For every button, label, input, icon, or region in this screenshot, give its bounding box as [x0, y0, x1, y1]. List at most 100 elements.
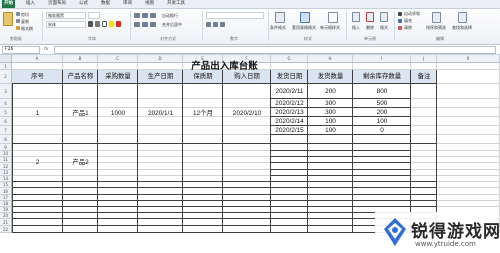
font-name-select-2[interactable]: 宋体 [46, 21, 86, 28]
empty-cell[interactable] [183, 226, 223, 233]
insert-cell-icon[interactable] [352, 12, 360, 22]
cell[interactable] [437, 135, 500, 144]
cell[interactable] [437, 163, 500, 170]
empty-cell[interactable] [12, 188, 63, 195]
font-name-select[interactable]: 微软雅黑 [46, 12, 86, 19]
row-header-7[interactable]: 7 [0, 126, 12, 135]
cell[interactable] [437, 99, 500, 108]
tab-insert[interactable]: 插入 [24, 0, 37, 8]
empty-cell[interactable] [308, 226, 353, 233]
italic-icon[interactable] [95, 21, 100, 27]
row-header-8[interactable]: 8 [0, 135, 12, 144]
paste-icon[interactable] [3, 12, 13, 26]
empty-cell[interactable] [63, 219, 98, 226]
empty-cell[interactable] [183, 219, 223, 226]
find-select-button[interactable]: 查找和选择 [452, 25, 472, 31]
column-header-b[interactable]: B [63, 55, 98, 63]
record2-merged-cell[interactable] [223, 144, 271, 182]
column-header-j[interactable]: J [411, 55, 437, 63]
row-header-6[interactable]: 6 [0, 117, 12, 126]
row-header-12[interactable]: 12 [0, 163, 12, 170]
row-header-9[interactable]: 9 [0, 144, 12, 151]
align-top-icon[interactable] [134, 13, 140, 18]
empty-cell[interactable] [138, 226, 183, 233]
table-format-icon[interactable] [300, 12, 310, 23]
column-header-d[interactable]: D [138, 55, 183, 63]
cut-icon[interactable] [16, 12, 20, 16]
empty-cell[interactable] [138, 188, 183, 195]
shipment-cell[interactable] [353, 135, 411, 144]
cell-style-button[interactable]: 单元格样式 [320, 25, 340, 31]
tab-view[interactable]: 视图 [143, 0, 156, 8]
tab-home[interactable]: 开始 [2, 0, 15, 8]
find-select-icon[interactable] [458, 12, 467, 23]
empty-cell[interactable] [98, 188, 138, 195]
column-header-h[interactable]: H [308, 55, 353, 63]
row-header-2[interactable]: 2 [0, 70, 12, 84]
align-center-icon[interactable] [142, 22, 148, 27]
row-header-22[interactable]: 22 [0, 226, 12, 233]
cell[interactable] [437, 188, 500, 195]
tab-data[interactable]: 数据 [99, 0, 112, 8]
sort-filter-icon[interactable] [432, 12, 441, 23]
tab-page-layout[interactable]: 页面布局 [46, 0, 68, 8]
empty-cell[interactable] [183, 188, 223, 195]
currency-icon[interactable] [206, 22, 211, 27]
empty-cell[interactable] [223, 188, 271, 195]
bold-icon[interactable] [88, 21, 93, 27]
column-header-c[interactable]: C [98, 55, 138, 63]
autosum-icon[interactable] [398, 12, 402, 16]
empty-cell[interactable] [353, 188, 411, 195]
percent-icon[interactable] [213, 22, 218, 27]
shipment-cell[interactable] [353, 163, 411, 170]
cell[interactable] [437, 144, 500, 151]
clear-button[interactable]: 清除 [404, 25, 412, 31]
tab-review[interactable]: 审阅 [121, 0, 134, 8]
font-size-select[interactable] [88, 12, 100, 19]
empty-cell[interactable] [271, 226, 308, 233]
align-right-icon[interactable] [150, 22, 156, 27]
record2-merged-cell[interactable] [98, 144, 138, 182]
format-button[interactable]: 格式 [380, 25, 388, 31]
number-format-select[interactable] [206, 12, 264, 19]
empty-cell[interactable] [138, 219, 183, 226]
align-left-icon[interactable] [134, 22, 140, 27]
shipment-cell[interactable] [271, 144, 308, 151]
shipment-cell[interactable] [271, 163, 308, 170]
shipment-cell[interactable] [308, 144, 353, 151]
shipment-cell[interactable] [353, 144, 411, 151]
row-header-21[interactable]: 21 [0, 219, 12, 226]
column-header-i[interactable]: I [353, 55, 411, 63]
name-box[interactable]: F26 [2, 46, 40, 54]
empty-cell[interactable] [98, 219, 138, 226]
merge-center-button[interactable]: 合并后居中 [162, 22, 182, 28]
empty-cell[interactable] [12, 226, 63, 233]
cell[interactable] [437, 117, 500, 126]
fill-color-icon[interactable] [109, 21, 114, 27]
row-header-1[interactable]: 1 [0, 63, 12, 70]
border-icon[interactable] [102, 21, 107, 27]
select-all-corner[interactable] [0, 55, 12, 63]
format-painter-button[interactable]: 格式刷 [21, 26, 33, 32]
empty-cell[interactable] [63, 226, 98, 233]
table-format-button[interactable]: 套用表格格式 [292, 25, 316, 31]
align-middle-icon[interactable] [142, 13, 148, 18]
empty-cell[interactable] [63, 188, 98, 195]
empty-cell[interactable] [98, 226, 138, 233]
fill-button[interactable]: 填充 [404, 18, 412, 24]
column-header-a[interactable]: A [12, 55, 63, 63]
shipment-cell[interactable] [308, 163, 353, 170]
conditional-format-icon[interactable] [275, 12, 285, 23]
cut-button[interactable]: 剪切 [21, 12, 29, 18]
empty-cell[interactable] [308, 219, 353, 226]
wrap-text-button[interactable]: 自动换行 [162, 13, 178, 19]
delete-cell-icon[interactable] [366, 12, 374, 22]
tab-formulas[interactable]: 公式 [77, 0, 90, 8]
empty-cell[interactable] [411, 188, 437, 195]
remark-cell[interactable] [411, 84, 437, 144]
comma-icon[interactable] [220, 22, 225, 27]
cell[interactable] [437, 108, 500, 117]
fill-icon[interactable] [398, 19, 402, 23]
row-header-16[interactable]: 16 [0, 188, 12, 195]
cell[interactable] [437, 70, 500, 84]
